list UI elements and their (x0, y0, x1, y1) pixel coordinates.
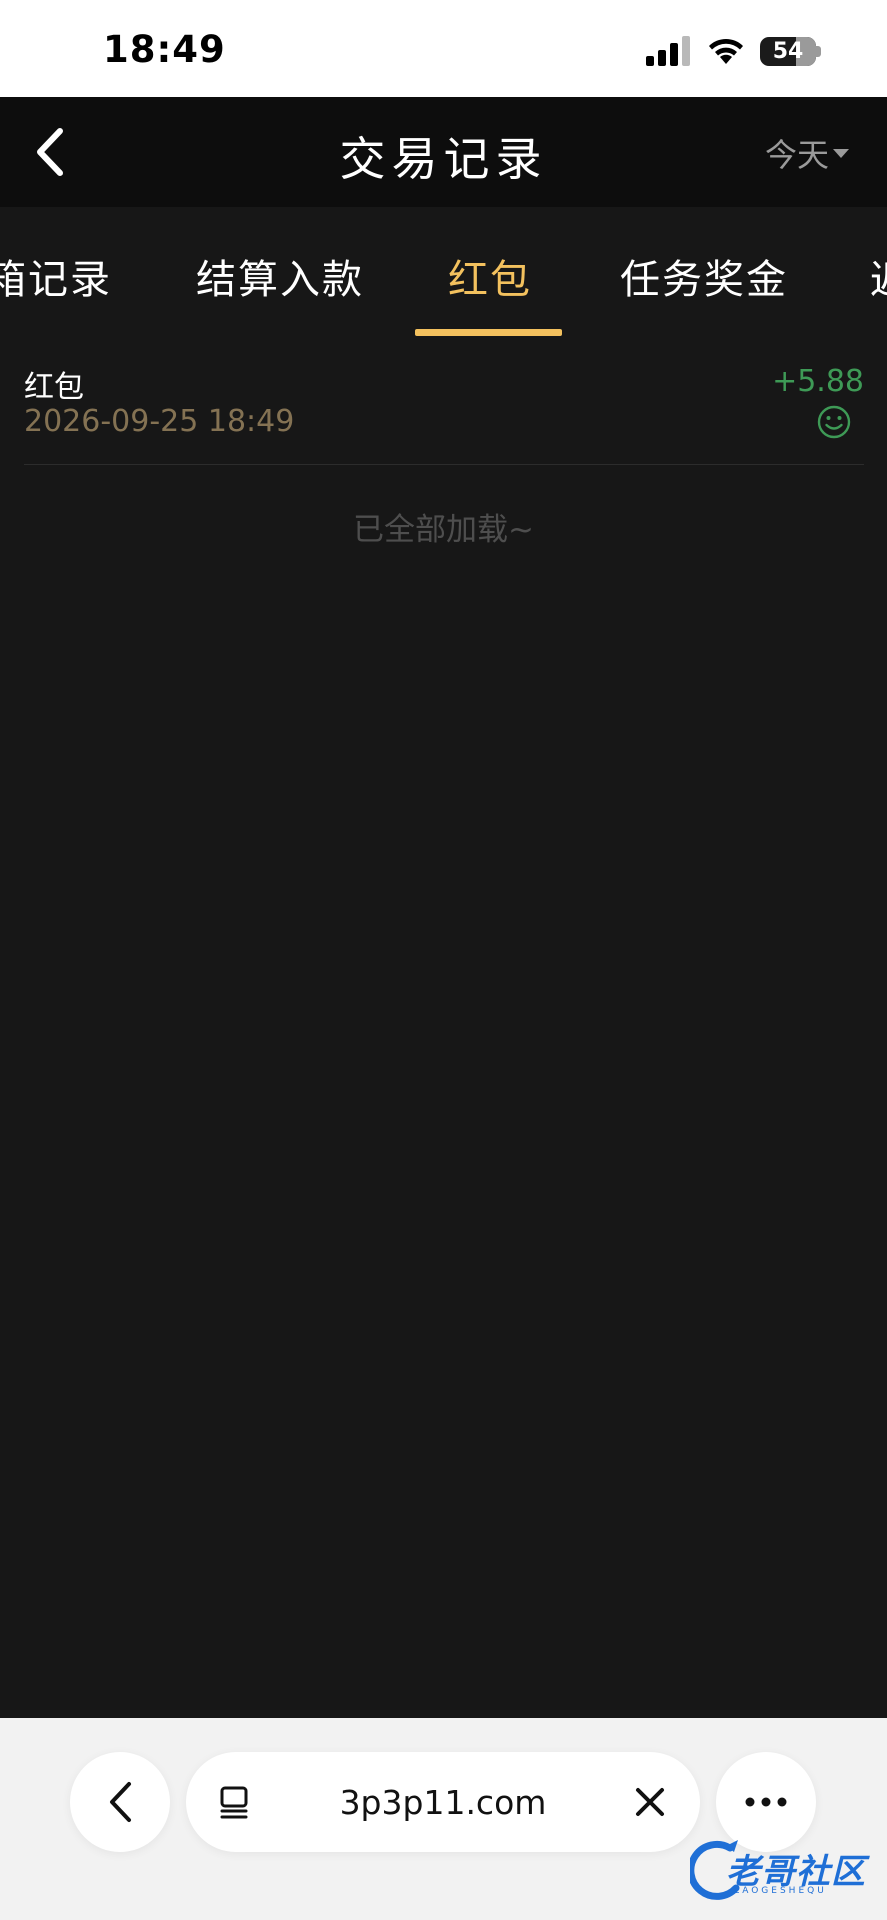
address-bar[interactable]: 3p3p11.com (186, 1752, 700, 1852)
list-item[interactable]: 红包 2026-09-25 18:49 +5.88 (24, 360, 864, 465)
date-filter-label: 今天 (764, 136, 829, 174)
tab-rebate[interactable]: 返 (870, 247, 887, 305)
tabs-icon (220, 1786, 248, 1819)
status-time: 18:49 (103, 28, 226, 71)
battery-icon: 54 (760, 36, 821, 66)
battery-level: 54 (772, 38, 804, 64)
record-amount: +5.88 (772, 364, 864, 399)
page-title: 交易记录 (339, 132, 548, 186)
tab-task-bonus[interactable]: 任务奖金 (620, 247, 788, 305)
more-options-button[interactable] (716, 1752, 816, 1852)
record-title: 红包 (24, 370, 84, 405)
tab-red-packet[interactable]: 红包 (448, 247, 532, 305)
browser-back-button[interactable] (70, 1752, 170, 1852)
close-icon[interactable] (630, 1782, 670, 1822)
watermark-logo: 老哥社区 LAOGESHEQU (690, 1838, 880, 1908)
tab-settlement-deposit[interactable]: 结算入款 (196, 247, 364, 305)
date-filter-dropdown[interactable]: 今天 (765, 130, 851, 176)
all-loaded-note: 已全部加载~ (353, 512, 534, 548)
caret-down-icon (833, 149, 849, 158)
ellipsis-icon (745, 1797, 787, 1807)
tab-bar: 箱记录 结算入款 红包 任务奖金 返 (0, 207, 887, 337)
status-icons: 54 (646, 34, 821, 68)
cellular-signal-icon (646, 36, 690, 66)
app-header: 交易记录 今天 (0, 97, 887, 207)
smiley-icon (817, 405, 851, 439)
active-tab-indicator (415, 329, 562, 336)
url-text: 3p3p11.com (339, 1782, 547, 1822)
chevron-left-icon (110, 1782, 131, 1822)
tab-box-record[interactable]: 箱记录 (0, 247, 112, 305)
watermark-subtext: LAOGESHEQU (734, 1886, 827, 1896)
wifi-icon (709, 38, 743, 64)
record-time: 2026-09-25 18:49 (24, 404, 295, 439)
status-bar: 18:49 54 (0, 0, 887, 97)
